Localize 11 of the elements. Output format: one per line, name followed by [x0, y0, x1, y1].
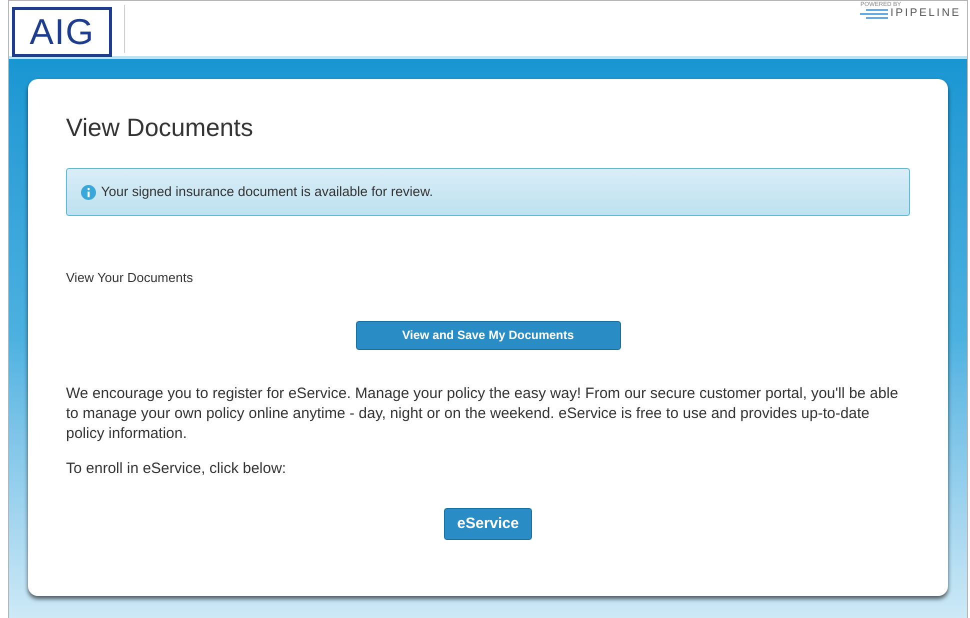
ipipeline-logo: IPIPELINE: [890, 8, 961, 19]
info-icon: [81, 184, 96, 200]
intro-paragraph: We encourage you to register for eService. Manage your policy the easy way! From our secure customer portal, you'll be able to manage your own policy online anytime - day, night or on the weekend. eService is free to use and provides up-to-date policy information.: [66, 384, 900, 444]
aig-logo: AIG: [30, 14, 94, 50]
alert-message: Your signed insurance document is available for review.: [101, 183, 433, 202]
section-label: View Your Documents: [66, 269, 194, 288]
page-title: View Documents: [66, 113, 254, 144]
eservice-button[interactable]: eService: [444, 508, 532, 540]
stripes-icon: [860, 8, 888, 18]
enroll-text: To enroll in eService, click below:: [66, 458, 288, 479]
view-documents-button[interactable]: View and Save My Documents: [356, 320, 620, 350]
